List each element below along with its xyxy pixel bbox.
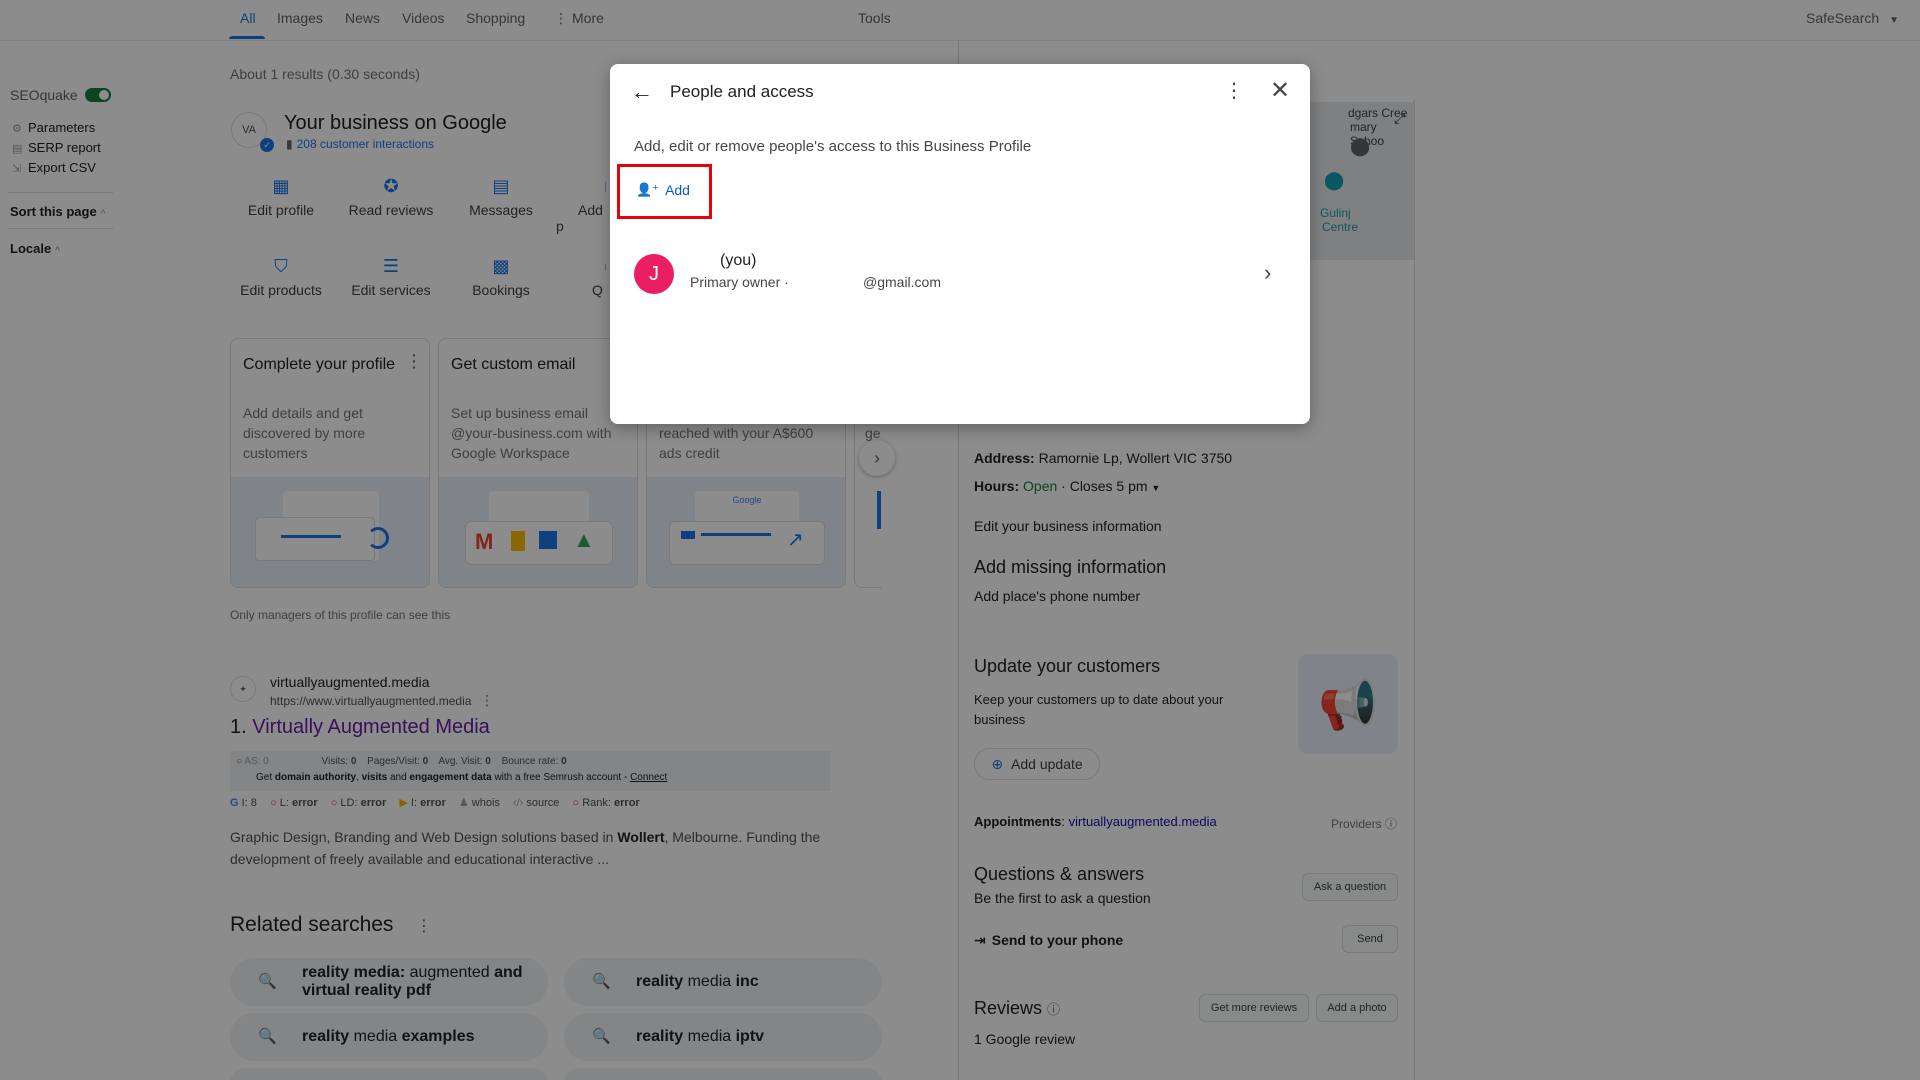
person-add-icon: 👤⁺ — [636, 182, 660, 197]
dialog-description: Add, edit or remove people's access to t… — [634, 138, 1032, 155]
avatar: J — [634, 254, 674, 294]
back-arrow-icon[interactable]: ← — [628, 78, 656, 106]
more-vert-icon[interactable]: ⋮ — [1222, 78, 1246, 106]
person-email: @gmail.com — [863, 274, 942, 290]
dialog-title: People and access — [670, 82, 814, 101]
person-role: Primary owner · — [690, 274, 789, 290]
person-row[interactable]: J (you) Primary owner · @gmail.com › — [610, 242, 1310, 306]
person-name: (you) — [720, 252, 757, 269]
people-access-dialog: ← People and access ⋮ ✕ Add, edit or rem… — [610, 64, 1310, 424]
add-person-label: Add — [665, 182, 690, 198]
chevron-right-icon[interactable]: › — [1264, 260, 1271, 286]
add-person-button[interactable]: 👤⁺ Add — [628, 173, 698, 207]
close-icon[interactable]: ✕ — [1266, 76, 1294, 104]
